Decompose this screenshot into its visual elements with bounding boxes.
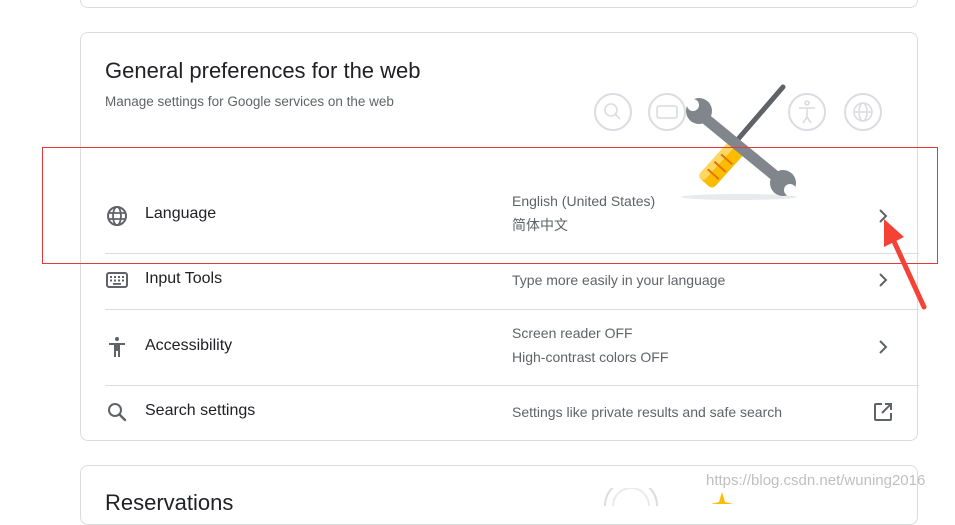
accessibility-label: Accessibility [145,337,233,354]
language-value-primary: English (United States) [512,193,656,209]
chevron-right-icon[interactable] [871,335,895,359]
open-in-new-icon[interactable] [871,400,895,424]
accessibility-row[interactable]: Accessibility Screen reader OFF High-con… [105,310,919,385]
search-icon [594,93,632,131]
tools-illustration [594,84,882,200]
accessibility-value-primary: Screen reader OFF [512,325,633,341]
watermark: https://blog.csdn.net/wuning2016 [706,472,926,489]
previous-section-card [80,0,918,8]
reservations-title: Reservations [105,490,234,515]
input-tools-row[interactable]: Input Tools Type more easily in your lan… [105,254,919,309]
search-settings-label: Search settings [145,402,256,419]
section-title: General preferences for the web [105,58,421,83]
keyboard-icon [106,272,128,288]
search-settings-value: Settings like private results and safe s… [512,404,783,420]
input-tools-label: Input Tools [145,270,223,287]
language-row[interactable]: Language English (United States) 简体中文 [105,185,919,253]
general-preferences-card: General preferences for the web Manage s… [80,32,919,441]
language-value-secondary: 简体中文 [512,217,568,233]
search-settings-row[interactable]: Search settings Settings like private re… [105,386,919,440]
wrench-icon [686,98,796,196]
section-subtitle: Manage settings for Google services on t… [105,94,394,109]
reservations-illustration [604,488,658,507]
language-label: Language [145,205,217,222]
globe-icon [107,206,127,226]
search-icon [108,403,127,422]
star-icon [711,492,733,504]
keyboard-icon [648,93,686,131]
accessibility-icon [109,337,125,357]
input-tools-value: Type more easily in your language [512,272,726,288]
accessibility-value-secondary: High-contrast colors OFF [512,349,669,365]
annotation-arrow-icon [884,219,927,310]
